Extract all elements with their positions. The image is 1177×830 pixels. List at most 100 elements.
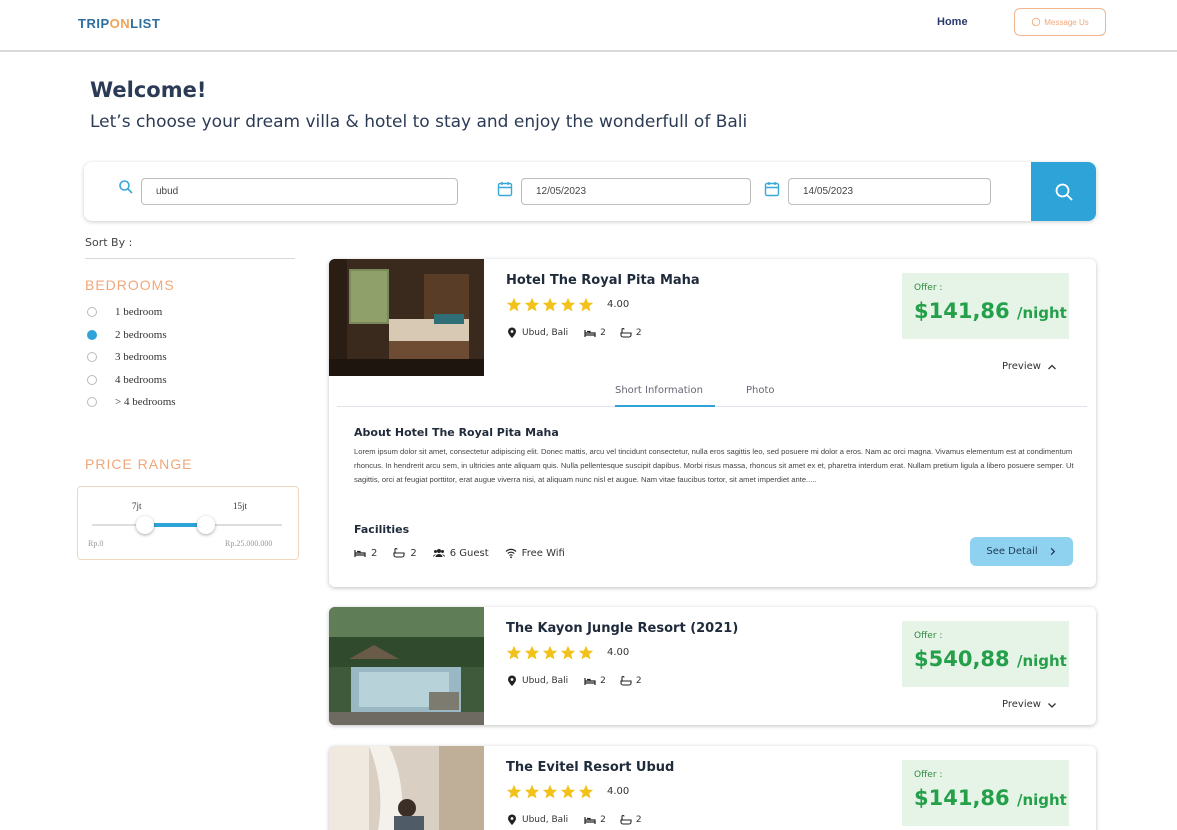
star-icon [560, 784, 576, 799]
radio-button-selected[interactable] [87, 330, 97, 340]
search-bar: ubud 12/05/2023 14/05/2023 [84, 162, 1096, 221]
bedroom-option-label: 3 bedrooms [115, 351, 167, 363]
checkin-date-input[interactable]: 12/05/2023 [521, 178, 751, 205]
bedrooms-title: BEDROOMS [85, 277, 175, 293]
offer-price: $141,86 /night [914, 299, 1067, 323]
location-text: Ubud, Bali [522, 328, 569, 338]
star-icon [542, 784, 558, 799]
bedroom-option-1[interactable]: 1 bedroom [87, 306, 162, 318]
preview-label: Preview [1002, 361, 1041, 372]
chevron-right-icon [1050, 547, 1055, 556]
hotel-meta: Ubud, Bali 2 2 [506, 814, 642, 826]
chevron-up-icon [1047, 364, 1056, 369]
hotel-card[interactable]: Hotel The Royal Pita Maha 4.00 Ubud, Bal… [329, 259, 1096, 587]
checkout-date-input[interactable]: 14/05/2023 [788, 178, 991, 205]
bed-icon [584, 330, 596, 337]
preview-toggle[interactable]: Preview [1002, 699, 1057, 710]
radio-button[interactable] [87, 352, 97, 362]
star-rating [506, 645, 594, 661]
location-text: Ubud, Bali [522, 815, 569, 825]
star-icon [578, 645, 594, 660]
bedroom-option-label: > 4 bedrooms [115, 396, 176, 408]
baths-count: 2 [635, 328, 642, 338]
bedroom-option-5[interactable]: > 4 bedrooms [87, 396, 176, 408]
search-button[interactable] [1031, 162, 1096, 221]
offer-box: Offer : $540,88 /night [902, 621, 1069, 687]
offer-label: Offer : [914, 283, 943, 293]
tab-short-information[interactable]: Short Information [615, 385, 703, 396]
preview-toggle[interactable]: Preview [1002, 361, 1057, 372]
nav-home-link[interactable]: Home [937, 16, 968, 28]
bathtub-icon [620, 675, 632, 686]
chevron-down-icon [1047, 702, 1056, 708]
radio-button[interactable] [87, 307, 97, 317]
baths-count: 2 [635, 676, 642, 686]
sort-by-label: Sort By : [85, 236, 133, 249]
bedroom-option-4[interactable]: 4 bedrooms [87, 374, 167, 386]
bathtub-icon [393, 547, 405, 558]
hotel-card[interactable]: The Evitel Resort Ubud 4.00 Ubud, Bali 2… [329, 746, 1096, 830]
radio-button[interactable] [87, 375, 97, 385]
about-title: About Hotel The Royal Pita Maha [354, 426, 559, 439]
price-unit: /night [1016, 791, 1067, 809]
price-value: $540,88 [914, 647, 1010, 671]
bed-icon [584, 678, 596, 685]
star-icon [578, 297, 594, 312]
star-icon [560, 645, 576, 660]
bedroom-option-3[interactable]: 3 bedrooms [87, 351, 167, 363]
radio-button[interactable] [87, 397, 97, 407]
see-detail-button[interactable]: See Detail [970, 537, 1073, 566]
baths-count: 2 [635, 815, 642, 825]
offer-box: Offer : $141,86 /night [902, 760, 1069, 826]
location-input[interactable]: ubud [141, 178, 458, 205]
hotel-photo [329, 259, 484, 376]
search-icon [119, 180, 133, 194]
active-tab-indicator [615, 405, 715, 407]
location-text: Ubud, Bali [522, 676, 569, 686]
price-high-label: 15jt [233, 501, 248, 511]
hotel-name[interactable]: Hotel The Royal Pita Maha [506, 273, 700, 288]
star-icon [506, 645, 522, 660]
calendar-icon [497, 182, 513, 197]
star-icon [578, 784, 594, 799]
rating-value: 4.00 [607, 647, 630, 658]
hotel-name[interactable]: The Kayon Jungle Resort (2021) [506, 621, 738, 636]
bedroom-option-label: 4 bedrooms [115, 374, 167, 386]
slider-thumb-high[interactable] [197, 516, 215, 534]
hotel-card[interactable]: The Kayon Jungle Resort (2021) 4.00 Ubud… [329, 607, 1096, 725]
price-min-label: Rp.0 [88, 539, 104, 548]
hotel-photo [329, 607, 484, 725]
facility-baths: 2 [410, 547, 417, 559]
bathtub-icon [620, 327, 632, 338]
search-icon [1055, 183, 1073, 201]
price-unit: /night [1016, 652, 1067, 670]
message-us-button[interactable]: Message Us [1014, 8, 1106, 36]
offer-label: Offer : [914, 770, 943, 780]
slider-thumb-low[interactable] [136, 516, 155, 534]
tab-photo[interactable]: Photo [746, 385, 775, 396]
star-rating [506, 297, 594, 313]
chat-bubble-icon [1032, 17, 1041, 27]
message-us-label: Message Us [1044, 17, 1089, 27]
star-icon [524, 784, 540, 799]
logo-part-on: ON [109, 16, 131, 31]
hotel-name[interactable]: The Evitel Resort Ubud [506, 760, 674, 775]
offer-label: Offer : [914, 631, 943, 641]
logo-part-list: LIST [130, 16, 161, 31]
logo-part-trip: TRIP [78, 16, 110, 31]
price-max-label: Rp.25.000.000 [225, 539, 273, 548]
star-icon [506, 784, 522, 799]
price-low-label: 7jt [132, 501, 142, 511]
star-rating [506, 784, 594, 800]
hotel-meta: Ubud, Bali 2 2 [506, 327, 642, 339]
logo[interactable]: TRIPONLIST [78, 16, 160, 31]
about-text: Lorem ipsum dolor sit amet, consectetur … [354, 447, 1074, 484]
offer-box: Offer : $141,86 /night [902, 273, 1069, 339]
page-subtitle: Let’s choose your dream villa & hotel to… [90, 112, 748, 132]
star-icon [506, 297, 522, 312]
bedroom-option-label: 2 bedrooms [115, 329, 167, 341]
price-value: $141,86 [914, 786, 1010, 810]
bedroom-option-2[interactable]: 2 bedrooms [87, 329, 167, 341]
facility-beds: 2 [371, 547, 378, 559]
price-range-title: PRICE RANGE [85, 456, 193, 472]
